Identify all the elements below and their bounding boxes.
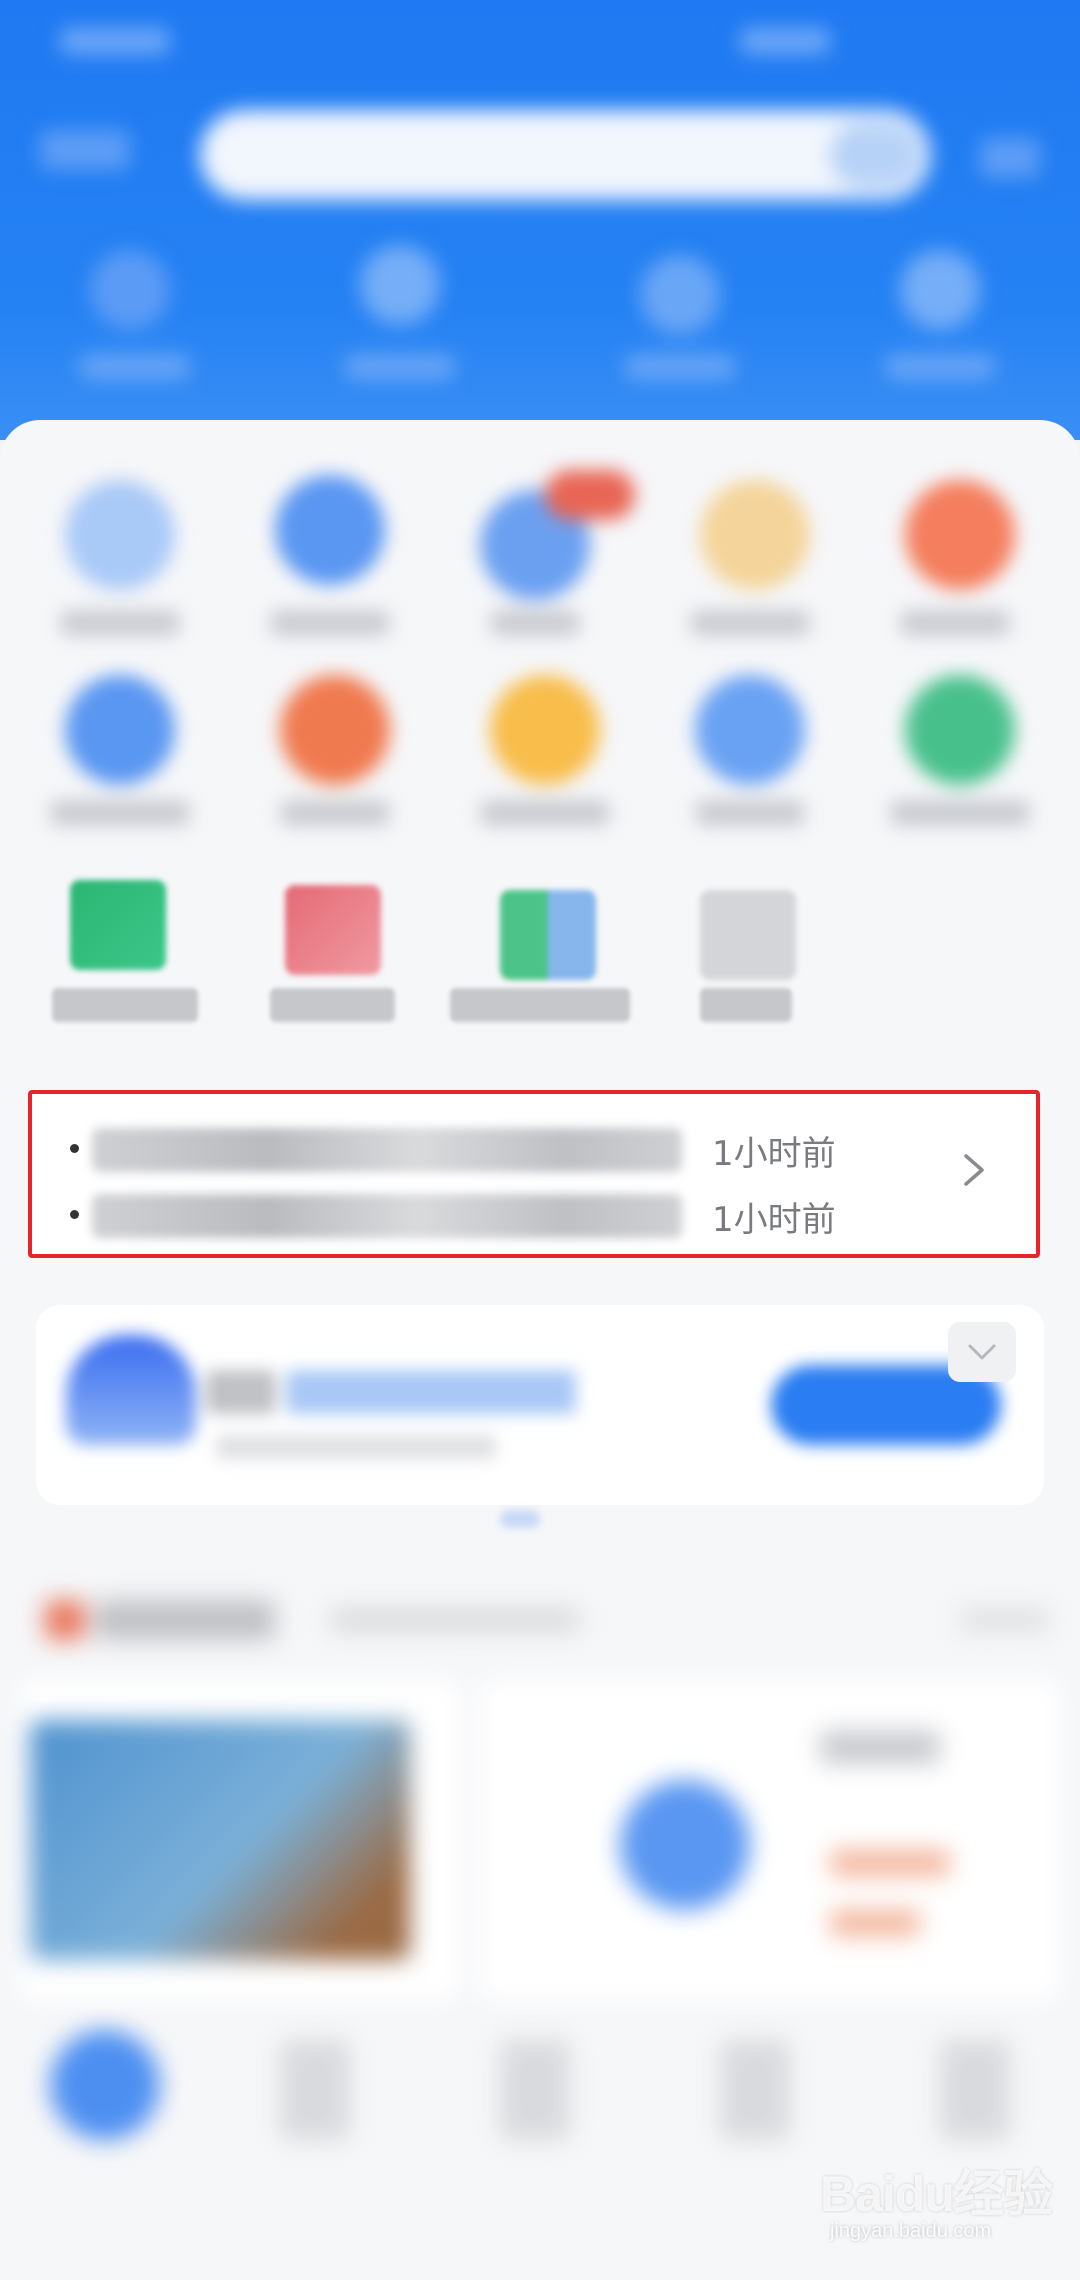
header-shortcut-4-label xyxy=(885,355,995,379)
service-8-label xyxy=(480,800,610,826)
feed-card-2-tag-1 xyxy=(830,1850,950,1876)
news-headline[interactable] xyxy=(92,1128,682,1172)
service-5-icon[interactable] xyxy=(905,480,1015,590)
header-shortcut-4-icon[interactable] xyxy=(900,250,980,330)
watermark-url: jingyan.baidu.com xyxy=(830,2220,992,2242)
service-6-label xyxy=(50,800,190,826)
promo-card[interactable] xyxy=(36,1305,1044,1505)
header-shortcut-2-icon[interactable] xyxy=(360,245,440,325)
app-header xyxy=(0,0,1080,440)
feed-section-title xyxy=(95,1600,275,1640)
news-ticker-card[interactable]: 1小时前 1小时前 xyxy=(28,1090,1040,1258)
feed-card-2-icon xyxy=(620,1780,750,1910)
bullet-dot xyxy=(70,1210,79,1219)
header-shortcut-1-label xyxy=(80,355,190,379)
bottom-nav-item-4-icon[interactable] xyxy=(720,2040,790,2140)
service-2-icon[interactable] xyxy=(275,475,385,585)
promo-desc xyxy=(216,1435,496,1459)
header-shortcut-2-label xyxy=(345,355,455,379)
header-action-icon[interactable] xyxy=(980,138,1040,178)
service-10-label xyxy=(890,800,1030,826)
service-10-icon[interactable] xyxy=(905,675,1015,785)
service-2-label xyxy=(270,610,390,636)
service-7-icon[interactable] xyxy=(280,675,390,785)
service-1-icon[interactable] xyxy=(65,480,175,590)
carousel-indicator xyxy=(500,1510,540,1528)
status-bar-right xyxy=(740,28,830,54)
feed-tag-icon xyxy=(45,1600,85,1640)
service-11-icon[interactable] xyxy=(70,880,166,970)
bottom-nav-home-icon[interactable] xyxy=(50,2030,160,2140)
search-icon[interactable] xyxy=(830,122,920,188)
service-12-label xyxy=(270,988,395,1022)
feed-card-2-tag-2 xyxy=(830,1910,920,1936)
service-13-label xyxy=(450,988,630,1022)
service-4-label xyxy=(690,610,810,636)
service-13-icon[interactable] xyxy=(500,890,596,980)
bottom-nav-item-2-icon[interactable] xyxy=(280,2040,350,2140)
collapse-button[interactable] xyxy=(948,1322,1016,1382)
bullet-dot xyxy=(70,1144,79,1153)
feed-section-subtitle xyxy=(330,1608,580,1632)
feed-more-link[interactable] xyxy=(960,1608,1050,1632)
service-6-icon[interactable] xyxy=(65,675,175,785)
bottom-nav-item-3-icon[interactable] xyxy=(500,2040,570,2140)
feed-card-1-image xyxy=(30,1720,410,1960)
search-bar[interactable] xyxy=(200,110,930,200)
watermark-brand: Baidu经验 xyxy=(820,2166,1053,2222)
service-9-label xyxy=(695,800,805,826)
service-5-label xyxy=(900,610,1010,636)
chevron-right-icon[interactable] xyxy=(954,1150,994,1190)
service-4-icon[interactable] xyxy=(700,480,810,590)
bottom-nav-item-5-icon[interactable] xyxy=(940,2040,1010,2140)
news-timestamp: 1小时前 xyxy=(712,1134,836,1174)
header-shortcut-3-icon[interactable] xyxy=(640,255,720,335)
status-bar-left xyxy=(60,28,170,54)
chevron-down-icon xyxy=(968,1344,996,1360)
location-button[interactable] xyxy=(40,130,130,170)
header-shortcut-1-icon[interactable] xyxy=(90,250,170,330)
feed-card-2-title xyxy=(820,1730,940,1764)
promo-title xyxy=(206,1370,276,1414)
service-1-label xyxy=(60,610,180,636)
service-11-label xyxy=(52,988,198,1022)
service-8-icon[interactable] xyxy=(490,675,600,785)
news-item[interactable]: 1小时前 xyxy=(70,1120,970,1180)
service-7-label xyxy=(280,800,390,826)
news-timestamp: 1小时前 xyxy=(712,1200,836,1240)
feed-card-2[interactable] xyxy=(480,1680,1060,2000)
news-headline[interactable] xyxy=(92,1194,682,1238)
service-14-icon[interactable] xyxy=(700,890,796,980)
service-3-badge xyxy=(545,470,635,520)
service-3-label xyxy=(490,610,580,636)
promo-illustration xyxy=(66,1335,196,1445)
news-item[interactable]: 1小时前 xyxy=(70,1186,970,1246)
baidu-jingyan-watermark: Baidu经验 jingyan.baidu.com xyxy=(820,2142,1060,2262)
service-grid xyxy=(0,440,1080,840)
promo-subtitle xyxy=(286,1370,576,1414)
service-12-icon[interactable] xyxy=(285,885,381,975)
header-shortcut-3-label xyxy=(625,355,735,379)
service-9-icon[interactable] xyxy=(695,675,805,785)
service-14-label xyxy=(700,988,792,1022)
